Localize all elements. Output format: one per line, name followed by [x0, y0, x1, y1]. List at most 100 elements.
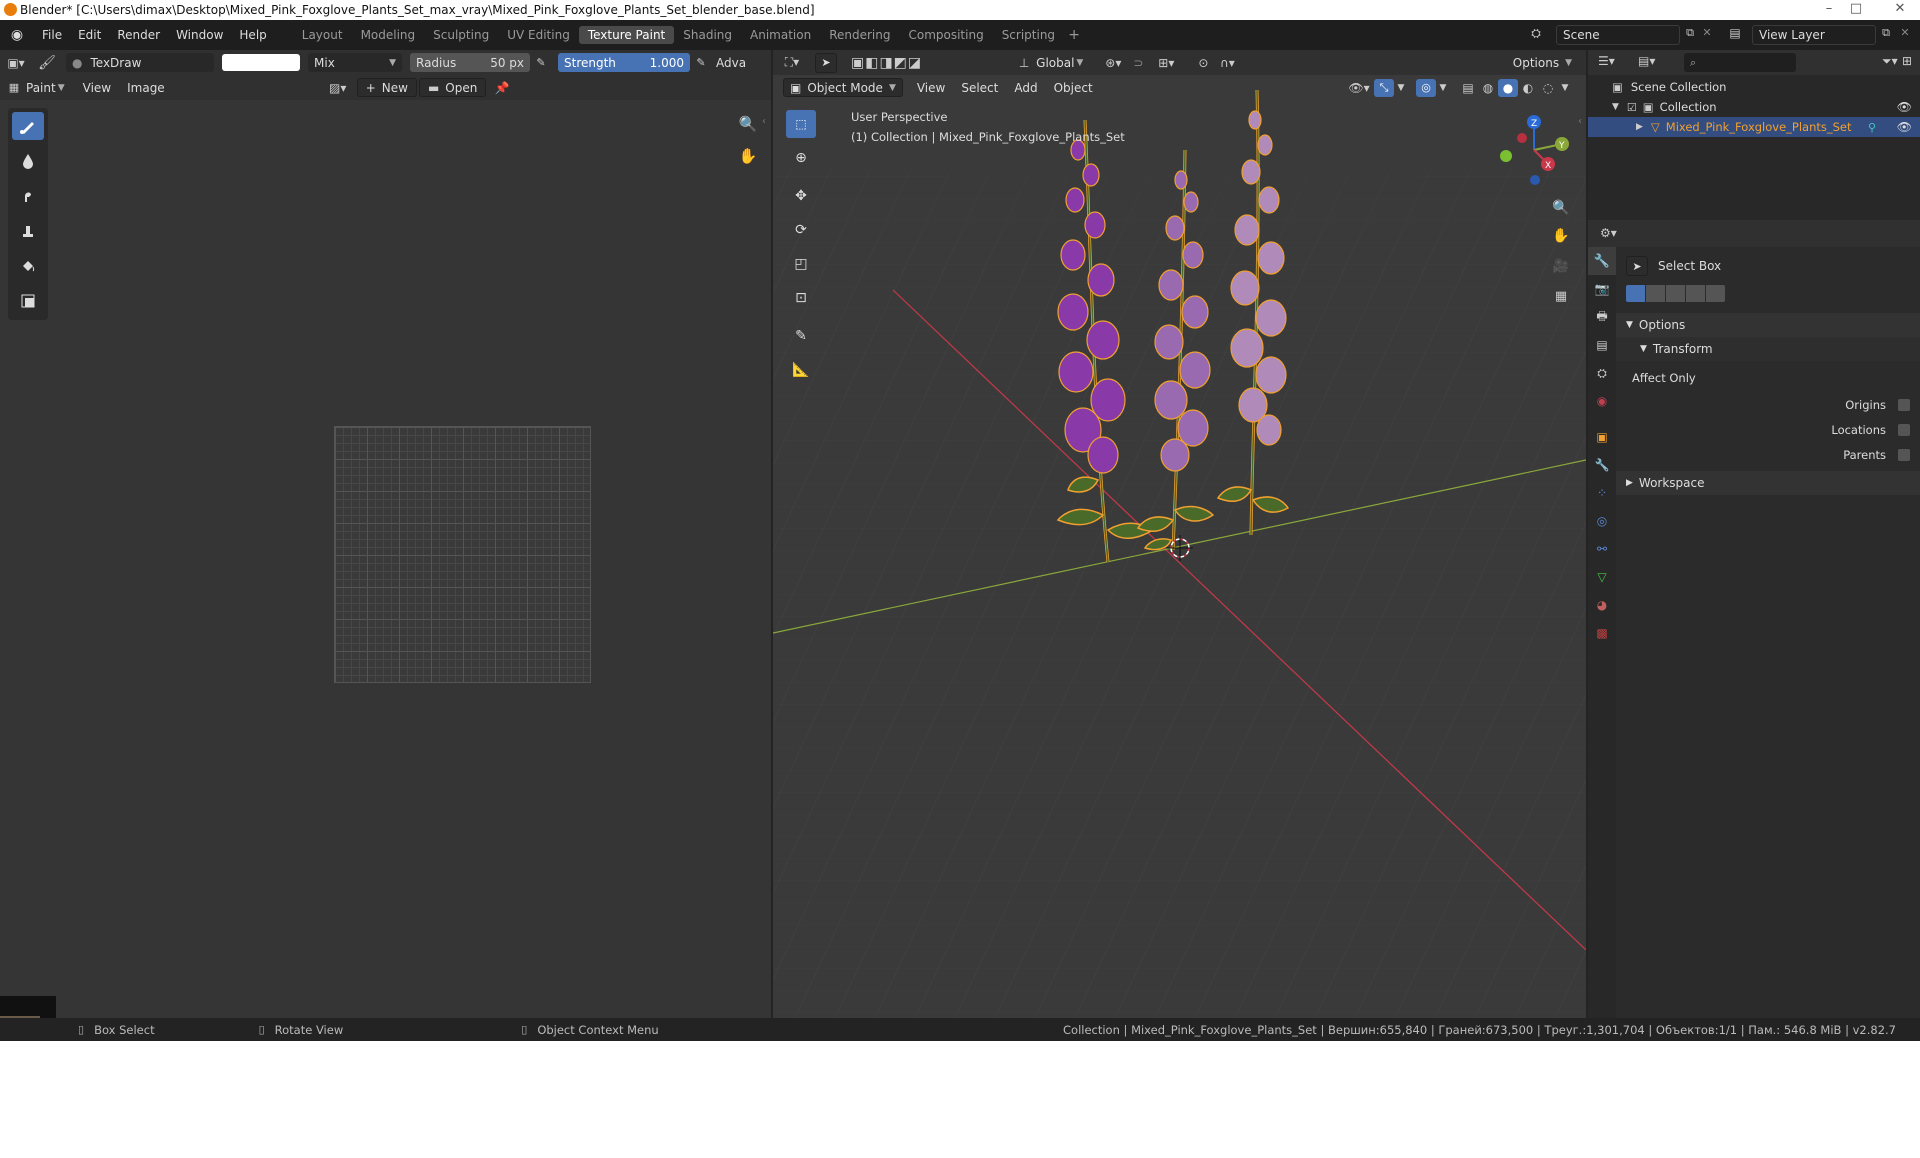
cursor-tool-icon[interactable]: ⊕ [786, 144, 816, 172]
paint-mode-icon[interactable]: ▦ [4, 81, 24, 94]
tab-output-icon[interactable]: 🖶 [1588, 303, 1616, 331]
3d-viewport[interactable] [773, 50, 1586, 1018]
tab-uv-editing[interactable]: UV Editing [498, 26, 579, 44]
view-layer-icon[interactable]: ▤ [1722, 26, 1748, 40]
overlay-toggle-icon[interactable]: ◎ [1416, 78, 1436, 97]
blend-mode-select[interactable]: Mix ▼ [308, 53, 402, 72]
add-workspace-icon[interactable]: + [1064, 27, 1084, 43]
rotate-tool-icon[interactable]: ⟳ [786, 216, 816, 244]
pan-hand-icon[interactable]: ✋ [736, 144, 760, 168]
tab-view-layer-icon[interactable]: ▤ [1588, 331, 1616, 359]
tab-modifier-icon[interactable]: 🔧 [1588, 451, 1616, 479]
tab-material-icon[interactable]: ◕ [1588, 591, 1616, 619]
selection-mode-buttons[interactable] [1626, 285, 1725, 302]
brush-name-field[interactable]: ● TexDraw [66, 53, 214, 72]
parents-row[interactable]: Parents [1616, 445, 1910, 465]
vp-pan-icon[interactable]: ✋ [1549, 224, 1573, 248]
navigation-gizmo[interactable]: Z Y X [1494, 110, 1574, 190]
mesh-data-icon[interactable]: ⚲ [1868, 121, 1876, 134]
vp-menu-add[interactable]: Add [1006, 81, 1045, 95]
image-browse-icon[interactable]: ▨▾ [323, 81, 353, 95]
menu-view[interactable]: View [75, 81, 119, 95]
mask-tool-icon[interactable] [12, 287, 44, 315]
tab-layout[interactable]: Layout [293, 26, 352, 44]
menu-file[interactable]: File [34, 28, 70, 42]
tab-scripting[interactable]: Scripting [993, 26, 1064, 44]
new-image-button[interactable]: + New [356, 78, 417, 97]
transform-subpanel-header[interactable]: ▼ Transform [1616, 337, 1920, 361]
minimize-icon[interactable]: – [1816, 0, 1842, 18]
brush-color-swatch[interactable] [222, 54, 300, 71]
menu-render[interactable]: Render [109, 28, 168, 42]
zoom-icon[interactable]: 🔍 [736, 112, 760, 136]
pivot-icon[interactable]: ⊛▾ [1099, 56, 1127, 70]
tab-modeling[interactable]: Modeling [352, 26, 425, 44]
viewport-region-collapse-icon[interactable]: ‹ [1578, 116, 1582, 127]
mode-extend-icon[interactable] [1646, 285, 1665, 302]
select-mode-icons[interactable]: ▣◧◨◩◪ [851, 55, 922, 71]
eye-icon[interactable]: 👁 [1897, 120, 1912, 134]
strength-slider[interactable]: Strength 1.000 [558, 53, 690, 72]
snap-target-icon[interactable]: ⊞▾ [1149, 56, 1183, 70]
soften-tool-icon[interactable] [12, 147, 44, 175]
xray-icon[interactable]: ▤ [1458, 81, 1478, 95]
new-collection-icon[interactable]: ⊞ [1902, 54, 1912, 68]
orientation-select[interactable]: Global [1034, 56, 1076, 70]
tab-texture-paint[interactable]: Texture Paint [578, 26, 675, 44]
paint-mode-select[interactable]: Paint [24, 81, 58, 95]
visibility-icon[interactable]: 👁▾ [1344, 81, 1374, 95]
mode-invert-icon[interactable] [1686, 285, 1705, 302]
vp-zoom-icon[interactable]: 🔍 [1549, 196, 1573, 220]
gizmo-toggle-icon[interactable]: ⤡ [1374, 78, 1394, 97]
scale-tool-icon[interactable]: ◰ [786, 250, 816, 278]
scene-icon[interactable]: ⛭ [1524, 26, 1548, 41]
tab-sculpting[interactable]: Sculpting [424, 26, 498, 44]
draw-tool-icon[interactable] [12, 112, 44, 140]
tab-shading[interactable]: Shading [674, 26, 741, 44]
mode-set-icon[interactable] [1626, 285, 1645, 302]
parents-checkbox[interactable] [1898, 449, 1910, 461]
tab-texture-icon[interactable]: ▩ [1588, 619, 1616, 647]
region-collapse-icon[interactable]: ‹ [762, 116, 766, 127]
properties-editor-type-icon[interactable]: ⚙▾ [1600, 226, 1617, 240]
filter-icon[interactable]: ⏷▾ [1882, 54, 1898, 69]
options-dropdown[interactable]: Options ▼ [1504, 53, 1580, 72]
tab-data-icon[interactable]: ▽ [1588, 563, 1616, 591]
tab-world-icon[interactable]: ◉ [1588, 387, 1616, 415]
vp-menu-view[interactable]: View [909, 81, 953, 95]
measure-tool-icon[interactable]: 📐 [786, 356, 816, 384]
menu-window[interactable]: Window [168, 28, 231, 42]
delete-view-layer-icon[interactable]: ✕ [1896, 26, 1914, 39]
expand-arrow-icon[interactable]: ▼ [1612, 102, 1619, 112]
maximize-icon[interactable]: □ [1843, 0, 1869, 18]
tab-constraints-icon[interactable]: ⚯ [1588, 535, 1616, 563]
select-box-icon[interactable]: ➤ [1626, 256, 1648, 276]
shading-rendered-icon[interactable]: ◌ [1538, 81, 1558, 95]
outliner-editor-type-icon[interactable]: ☰▾ [1598, 54, 1615, 68]
object-mode-select[interactable]: ▣ Object Mode ▼ [783, 78, 903, 97]
tab-render-icon[interactable]: 📷 [1588, 275, 1616, 303]
eye-icon[interactable]: 👁 [1897, 100, 1912, 114]
outliner-search-input[interactable]: ⌕ [1684, 53, 1796, 72]
tab-particles-icon[interactable]: ⁘ [1588, 479, 1616, 507]
vp-menu-select[interactable]: Select [953, 81, 1006, 95]
scene-field[interactable]: Scene [1556, 25, 1680, 45]
close-icon[interactable]: ✕ [1880, 0, 1920, 18]
view-layer-field[interactable]: View Layer [1752, 25, 1876, 45]
clone-tool-icon[interactable] [12, 217, 44, 245]
outliner-row-scene-collection[interactable]: ▣ Scene Collection [1588, 77, 1920, 97]
advanced-menu[interactable]: Adva [712, 56, 750, 70]
tab-rendering[interactable]: Rendering [820, 26, 899, 44]
transform-tool-icon[interactable]: ⊡ [786, 284, 816, 312]
locations-row[interactable]: Locations [1616, 420, 1910, 440]
tab-physics-icon[interactable]: ◎ [1588, 507, 1616, 535]
overlay-dropdown-icon[interactable]: ▼ [1436, 83, 1450, 93]
tab-object-icon[interactable]: ▣ [1588, 423, 1616, 451]
delete-scene-icon[interactable]: ✕ [1698, 26, 1716, 39]
radius-pressure-icon[interactable]: ✎ [530, 56, 552, 69]
origins-checkbox[interactable] [1898, 399, 1910, 411]
outliner-row-collection[interactable]: ▼ ☑ ▣ Collection 👁 [1588, 97, 1920, 117]
menu-help[interactable]: Help [231, 28, 274, 42]
falloff-icon[interactable]: ∩▾ [1213, 56, 1241, 70]
blender-menu-icon[interactable]: ◉ [0, 27, 34, 43]
